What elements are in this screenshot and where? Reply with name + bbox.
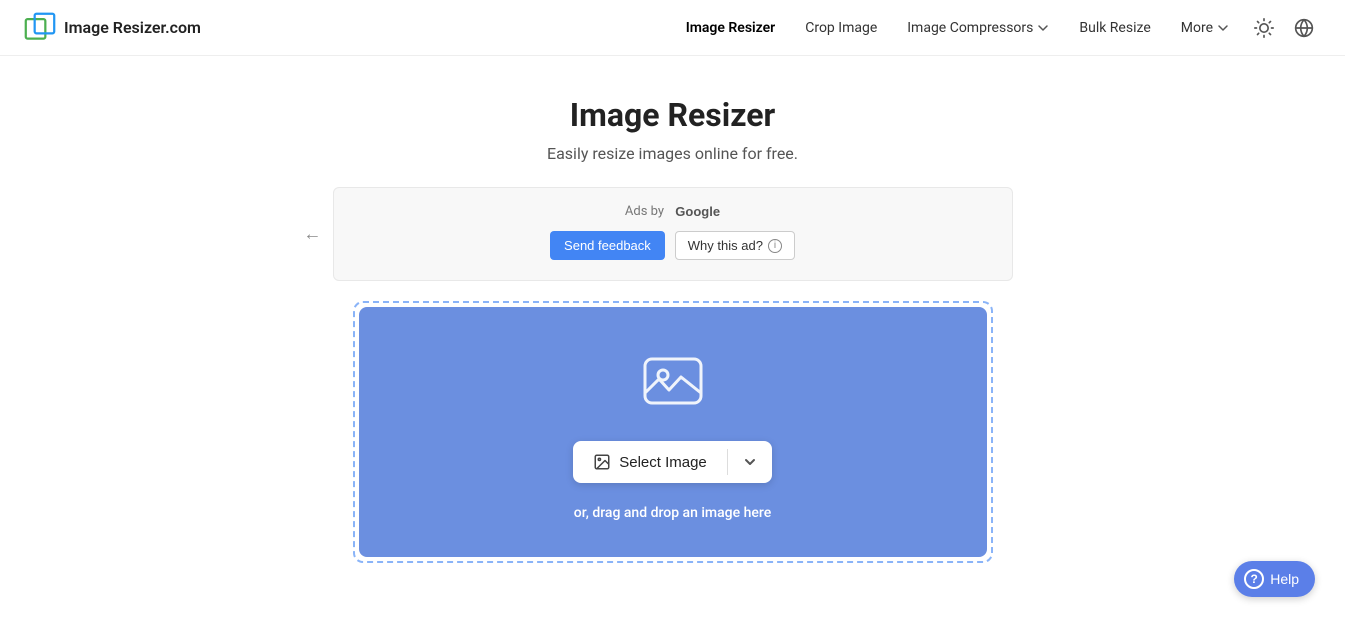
logo-icon [24, 12, 56, 44]
help-circle-icon: ? [1244, 569, 1264, 589]
send-feedback-button[interactable]: Send feedback [550, 231, 665, 260]
site-logo[interactable]: Image Resizer.com [24, 12, 201, 44]
upload-box-inner: Select Image or, drag and drop an image … [359, 307, 987, 557]
more-chevron-icon [1217, 22, 1229, 34]
image-upload-icon [593, 453, 611, 471]
theme-toggle-button[interactable] [1247, 11, 1281, 45]
nav-crop-image[interactable]: Crop Image [793, 14, 889, 42]
chevron-down-icon [1037, 22, 1049, 34]
nav-links: Image Resizer Crop Image Image Compresso… [674, 11, 1321, 45]
drag-drop-text: or, drag and drop an image here [574, 505, 771, 521]
info-icon: i [768, 239, 782, 253]
ads-actions: Send feedback Why this ad? i [550, 231, 795, 260]
select-image-button-group: Select Image [573, 441, 772, 483]
sun-icon [1254, 18, 1274, 38]
page-title: Image Resizer [570, 96, 775, 134]
language-button[interactable] [1287, 11, 1321, 45]
site-logo-text: Image Resizer.com [64, 18, 201, 37]
image-placeholder-icon [637, 347, 709, 419]
select-image-dropdown-button[interactable] [728, 441, 772, 483]
upload-icon-wrap [637, 347, 709, 419]
back-arrow[interactable]: ← [304, 224, 322, 245]
nav-more[interactable]: More [1169, 14, 1241, 42]
help-button[interactable]: ? Help [1234, 561, 1315, 597]
globe-icon [1294, 18, 1314, 38]
dropdown-chevron-icon [742, 454, 758, 470]
navbar: Image Resizer.com Image Resizer Crop Ima… [0, 0, 1345, 56]
select-image-button[interactable]: Select Image [573, 441, 727, 483]
nav-bulk-resize[interactable]: Bulk Resize [1067, 14, 1162, 42]
upload-drop-zone[interactable]: Select Image or, drag and drop an image … [353, 301, 993, 563]
main-content: Image Resizer Easily resize images onlin… [0, 56, 1345, 623]
ads-label: Ads by Google [625, 204, 720, 219]
ads-container: ← Ads by Google Send feedback Why this a… [333, 187, 1013, 281]
nav-image-compressors[interactable]: Image Compressors [895, 14, 1061, 42]
page-subtitle: Easily resize images online for free. [547, 144, 798, 163]
nav-image-resizer[interactable]: Image Resizer [674, 14, 788, 42]
why-this-ad-button[interactable]: Why this ad? i [675, 231, 795, 260]
